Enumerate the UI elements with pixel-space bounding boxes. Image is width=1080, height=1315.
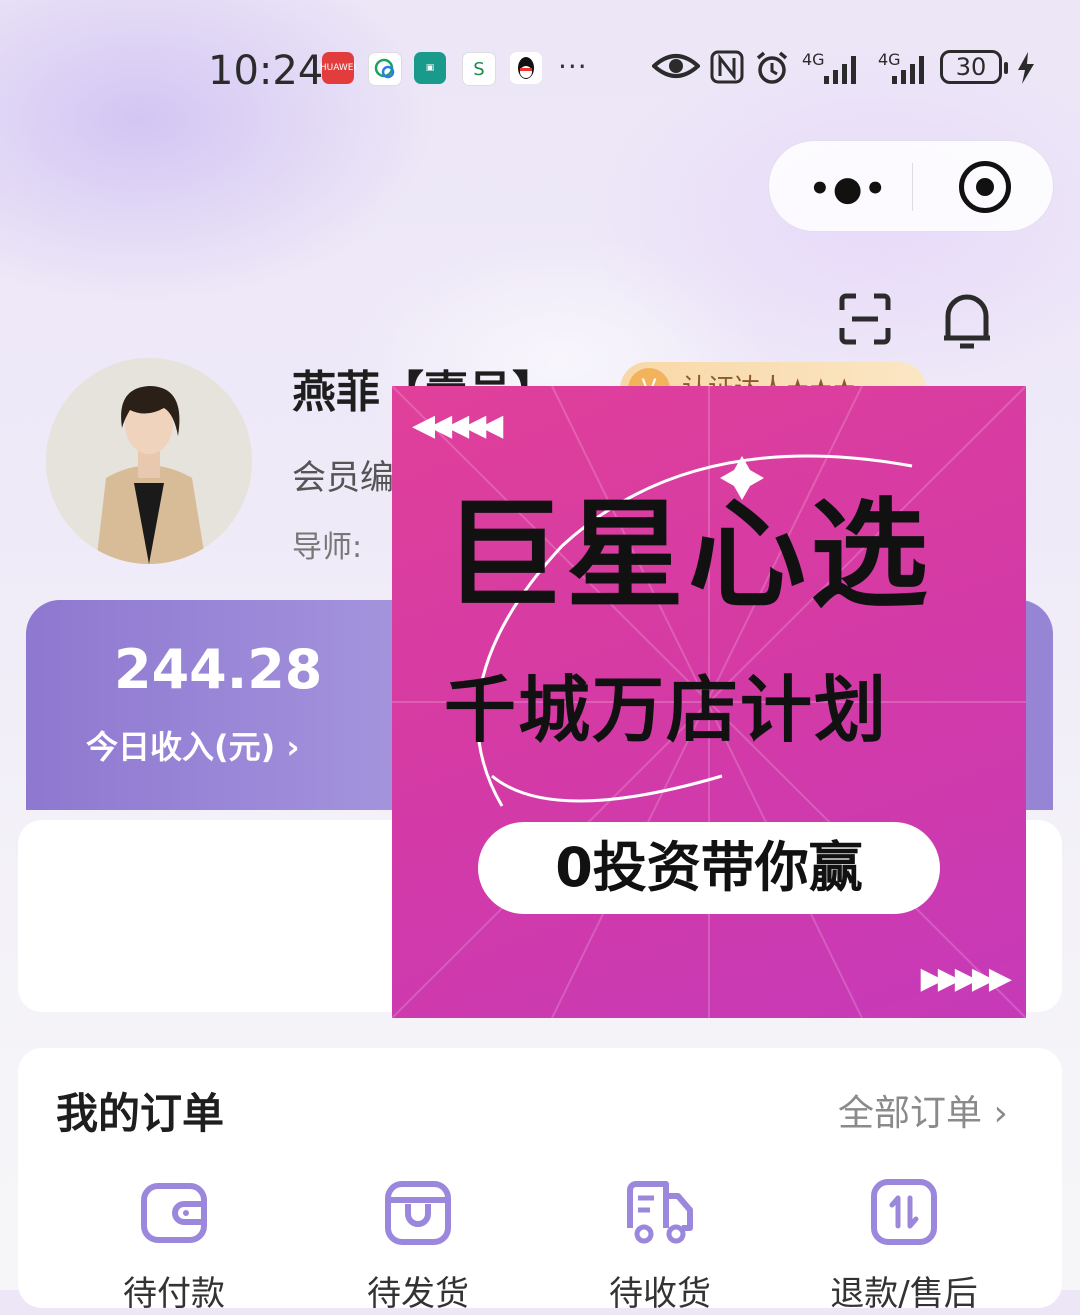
ad-subtitle: 千城万店计划 bbox=[444, 668, 889, 752]
all-orders-link[interactable]: 全部订单 › bbox=[838, 1084, 1008, 1136]
refund-icon bbox=[871, 1179, 937, 1245]
order-label: 待收货 bbox=[609, 1274, 711, 1314]
alarm-icon bbox=[756, 51, 788, 84]
bank-app-icon: ▣ bbox=[414, 52, 446, 84]
mentor-label: 导师: bbox=[292, 530, 363, 565]
qq-app-icon bbox=[510, 52, 542, 84]
order-pending-payment[interactable]: 待付款 bbox=[74, 1172, 274, 1314]
close-miniprogram-button[interactable] bbox=[959, 161, 1011, 213]
ad-arrows-left: ◀◀◀◀◀ bbox=[412, 408, 503, 443]
today-income-value: 244.28 bbox=[114, 638, 323, 701]
capsule-divider bbox=[912, 163, 913, 211]
avatar[interactable] bbox=[46, 358, 252, 564]
ad-arrows-right: ▶▶▶▶▶ bbox=[920, 961, 1012, 996]
eye-icon bbox=[652, 54, 700, 78]
chat-app-icon bbox=[368, 52, 402, 86]
order-label: 待发货 bbox=[367, 1274, 469, 1314]
order-pending-receipt[interactable]: 待收货 bbox=[560, 1172, 760, 1314]
scan-icon[interactable] bbox=[838, 292, 892, 346]
status-bar: 10:24 HUAWEI ▣ S ··· 4G 4G 30 bbox=[0, 40, 1080, 100]
more-menu-button[interactable]: •●• bbox=[809, 169, 888, 209]
bell-icon[interactable] bbox=[940, 290, 994, 350]
order-label: 待付款 bbox=[123, 1274, 225, 1314]
charging-icon bbox=[1018, 52, 1034, 84]
metro-app-icon: S bbox=[462, 52, 496, 86]
status-time: 10:24 bbox=[208, 48, 324, 94]
signal-bars-icon bbox=[824, 56, 856, 84]
truck-icon bbox=[627, 1181, 693, 1244]
order-label: 退款/售后 bbox=[830, 1274, 978, 1314]
ad-cta-label: 0投资带你赢 bbox=[555, 836, 863, 899]
more-notifications-icon: ··· bbox=[558, 50, 588, 83]
signal-bars-2-icon bbox=[892, 56, 924, 84]
today-income-link[interactable]: 今日收入(元) › bbox=[86, 722, 300, 768]
ad-cta-pill[interactable]: 0投资带你赢 bbox=[478, 822, 940, 914]
ad-title: 巨星心选 bbox=[444, 486, 933, 624]
member-number: 会员编 bbox=[292, 458, 394, 498]
order-pending-shipment[interactable]: 待发货 bbox=[318, 1172, 518, 1314]
wallet-icon bbox=[141, 1183, 207, 1243]
promo-ad-overlay[interactable]: ◀◀◀◀◀ ▶▶▶▶▶ 巨星心选 千城万店计划 0投资带你赢 bbox=[392, 386, 1026, 1018]
battery-indicator: 30 bbox=[940, 50, 1008, 84]
orders-title: 我的订单 bbox=[56, 1089, 225, 1138]
package-icon bbox=[385, 1181, 451, 1245]
huawei-app-icon: HUAWEI bbox=[320, 52, 356, 84]
nfc-icon bbox=[710, 50, 744, 84]
miniprogram-capsule: •●• bbox=[768, 140, 1054, 232]
order-refund-aftersale[interactable]: 退款/售后 bbox=[804, 1172, 1004, 1314]
